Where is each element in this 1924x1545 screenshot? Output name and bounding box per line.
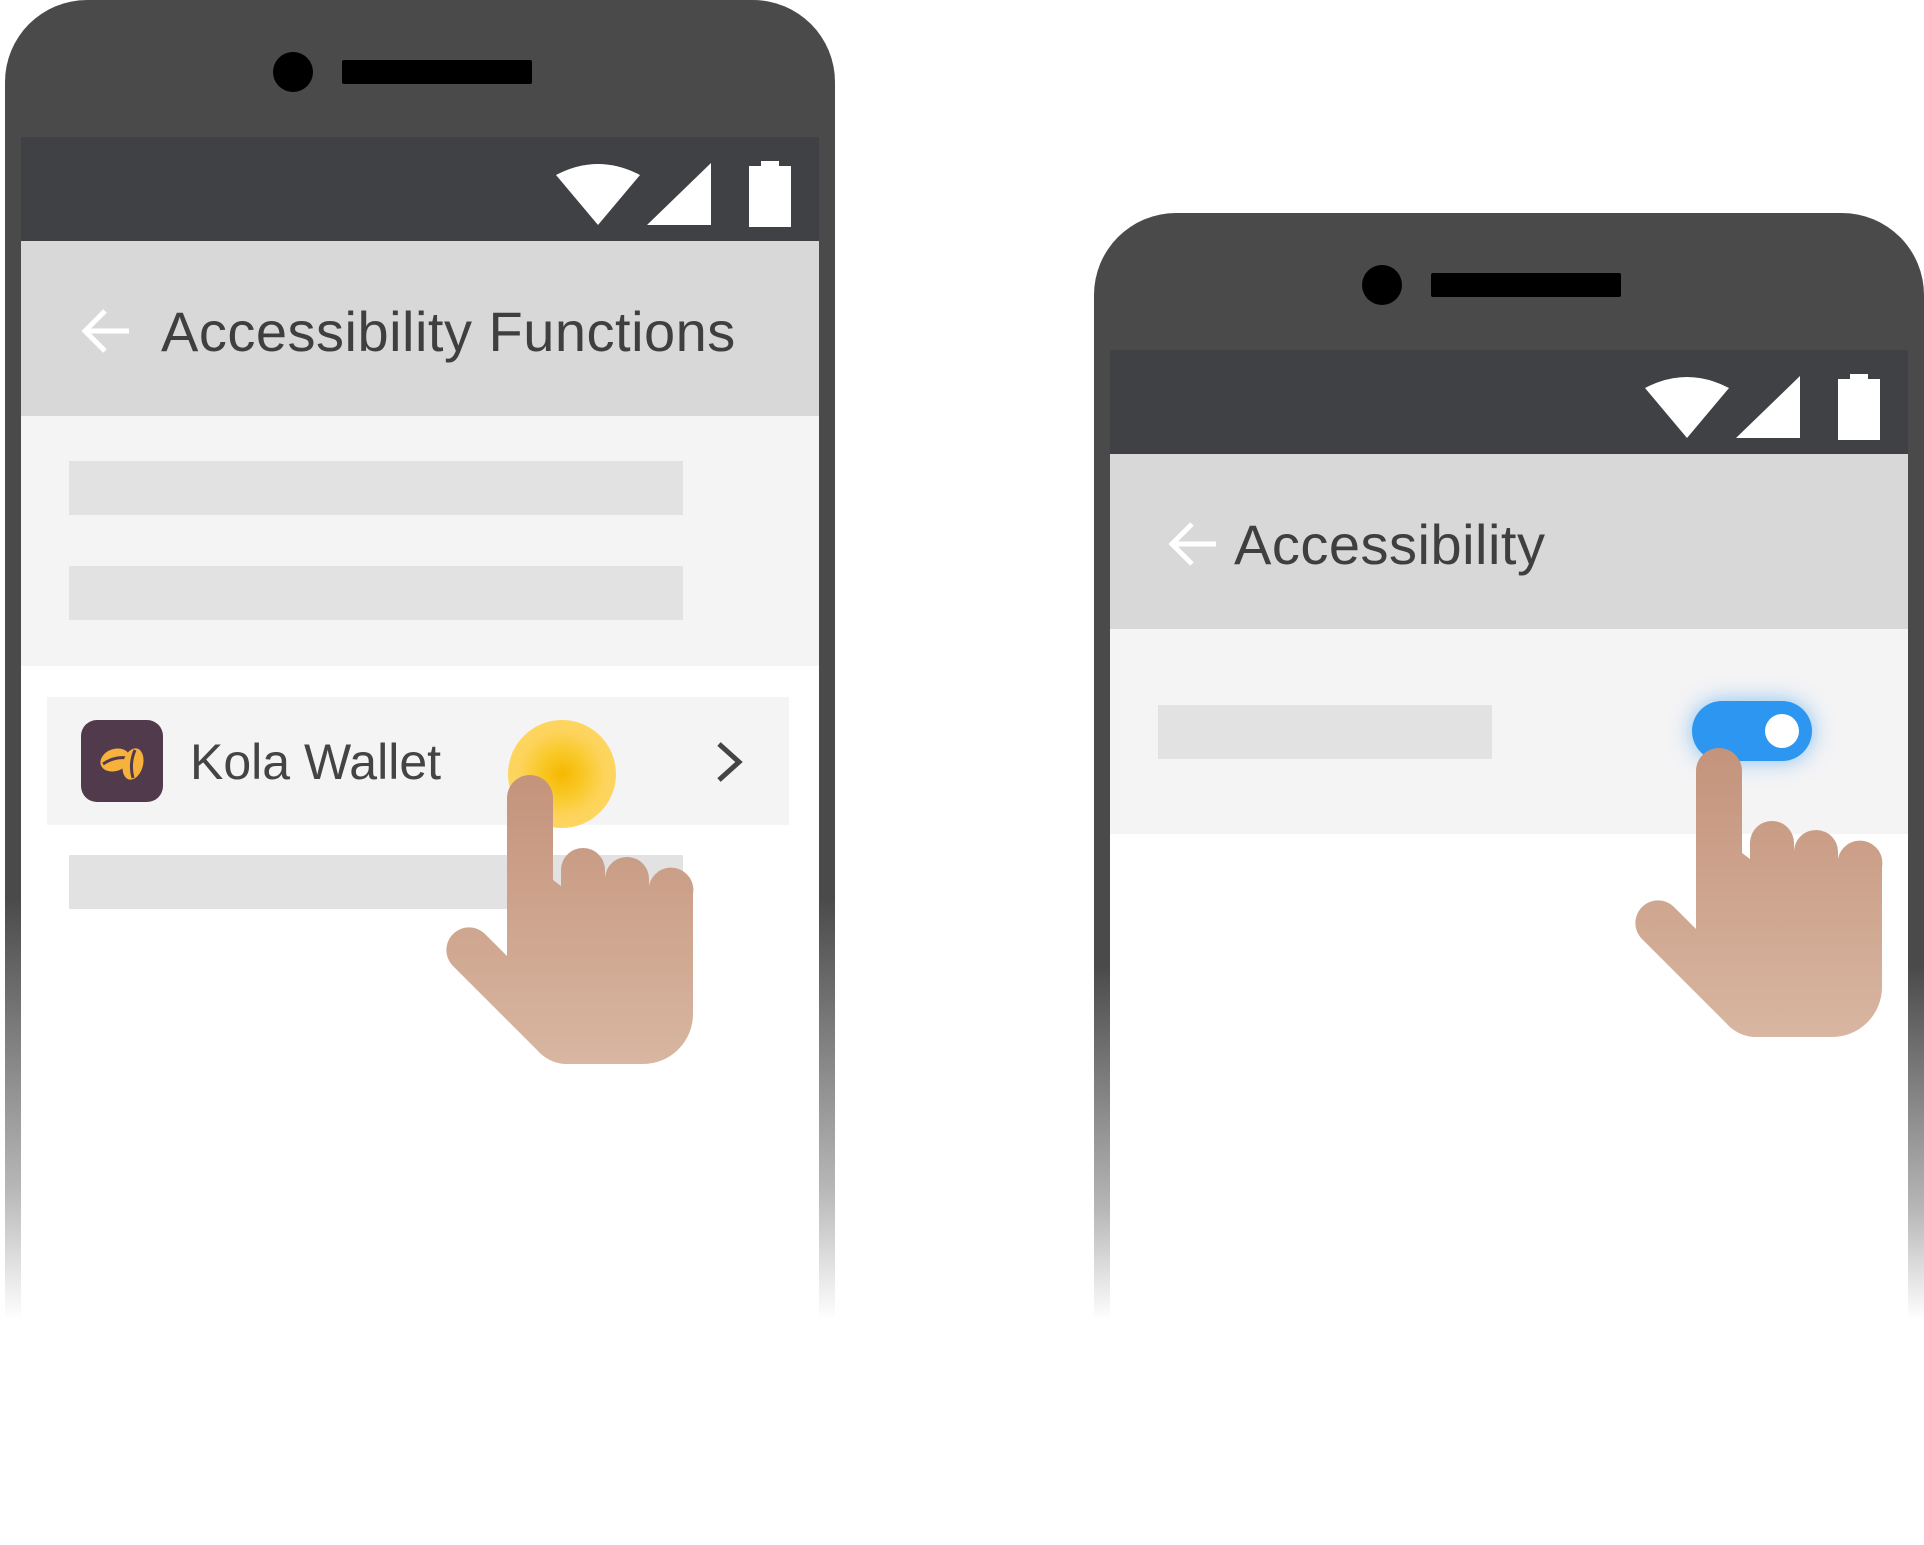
signal-icon xyxy=(647,163,711,225)
list-item-label: Kola Wallet xyxy=(190,734,442,790)
placeholder-line xyxy=(69,566,683,620)
right-phone: Accessibility xyxy=(1094,213,1924,1320)
settings-section xyxy=(21,416,819,666)
signal-icon xyxy=(1736,376,1800,438)
coffee-bean-icon xyxy=(100,748,144,780)
left-phone: Accessibility Functions Kola Wallet xyxy=(5,0,835,1320)
back-arrow-icon[interactable] xyxy=(81,309,131,353)
page-title: Accessibility xyxy=(1234,513,1546,576)
pointing-hand-icon xyxy=(1635,748,1883,1037)
status-bar xyxy=(21,137,819,241)
front-camera xyxy=(273,52,313,92)
app-icon xyxy=(81,720,163,802)
earpiece-speaker xyxy=(1431,273,1621,297)
battery-icon xyxy=(749,161,791,227)
pointing-hand-icon xyxy=(446,775,694,1064)
back-arrow-icon[interactable] xyxy=(1168,522,1218,566)
placeholder-line xyxy=(69,461,683,515)
app-bar: Accessibility Functions xyxy=(21,241,819,416)
front-camera xyxy=(1362,265,1402,305)
phone-screen: Accessibility Functions Kola Wallet xyxy=(21,137,819,1320)
placeholder-line xyxy=(1158,705,1492,759)
status-bar xyxy=(1110,350,1908,454)
earpiece-speaker xyxy=(342,60,532,84)
wifi-icon xyxy=(1645,377,1729,438)
app-bar: Accessibility xyxy=(1110,454,1908,629)
page-title: Accessibility Functions xyxy=(161,300,736,363)
battery-icon xyxy=(1838,374,1880,440)
wifi-icon xyxy=(556,164,640,225)
